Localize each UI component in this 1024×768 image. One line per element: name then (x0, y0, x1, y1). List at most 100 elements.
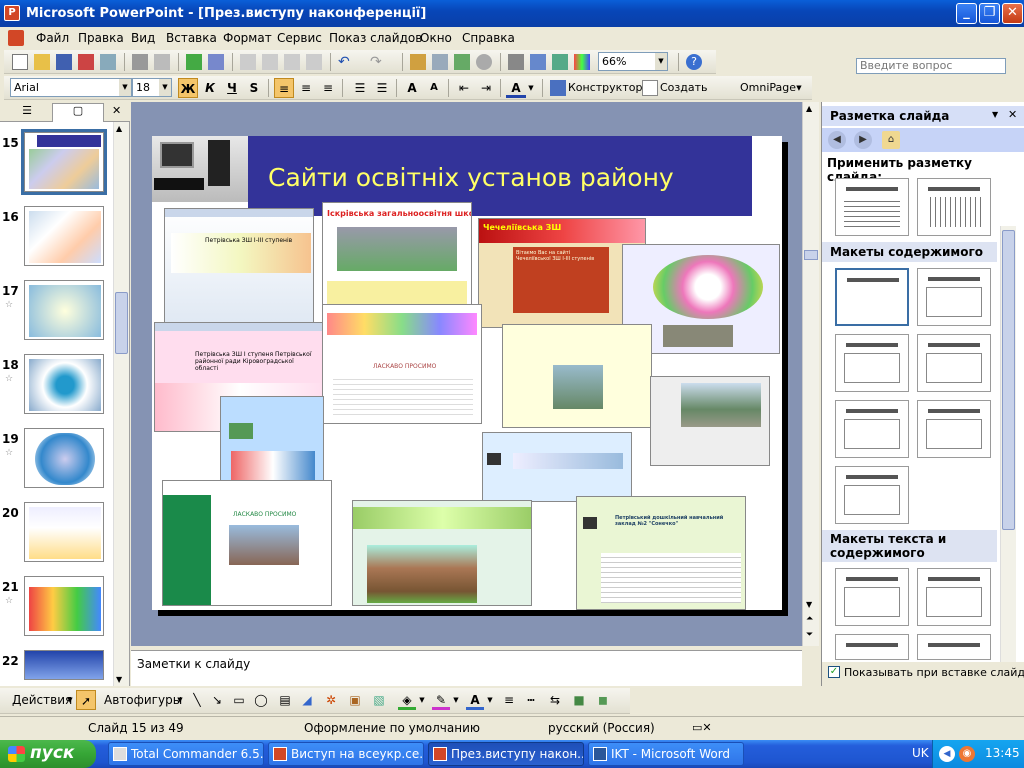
layout-content-grid[interactable] (835, 466, 909, 524)
menu-edit[interactable]: Правка (78, 31, 124, 45)
tray-chevron-icon[interactable]: ◀ (939, 746, 955, 762)
omnipage-menu[interactable]: OmniPage (740, 78, 798, 98)
layout-title-text[interactable] (835, 178, 909, 236)
font-select[interactable]: Arial ▼ (10, 78, 132, 97)
menu-service[interactable]: Сервис (277, 31, 322, 45)
increase-font-icon[interactable]: A (402, 78, 422, 98)
next-slide-icon[interactable]: ⏷ (806, 630, 813, 640)
close-icon[interactable]: ✕ (1008, 108, 1017, 121)
actions-menu[interactable]: Действия (12, 690, 72, 710)
current-slide[interactable]: Сайти освітніх установ району Петрівська… (152, 136, 782, 610)
slide-scrollbar[interactable]: ▲ ▼ ⏶ ⏷ (802, 102, 819, 646)
paste-icon[interactable] (284, 54, 300, 70)
line-icon[interactable]: ╲ (188, 690, 206, 710)
open-icon[interactable] (34, 54, 50, 70)
menu-slideshow[interactable]: Показ слайдов (329, 31, 422, 45)
scroll-down-icon[interactable]: ▼ (116, 675, 122, 684)
layout-text-content[interactable] (835, 568, 909, 626)
slide-thumbnail-22[interactable] (24, 650, 104, 680)
slide-thumbnail-15[interactable] (21, 129, 107, 195)
decrease-font-icon[interactable]: A (424, 78, 444, 98)
line-style-icon[interactable]: ≡ (500, 690, 518, 710)
font-color-icon[interactable]: A (506, 78, 526, 98)
taskbar-item-total-commander[interactable]: Total Commander 6.5... (108, 742, 264, 766)
arrow-style-icon[interactable]: ⇆ (546, 690, 564, 710)
research-icon[interactable] (208, 54, 224, 70)
arrow-icon[interactable]: ↘ (208, 690, 226, 710)
3d-style-icon[interactable]: ◼ (594, 690, 612, 710)
notes-pane[interactable]: Заметки к слайду (131, 650, 802, 686)
chevron-down-icon[interactable]: ▼ (176, 690, 184, 710)
hyperlink-icon[interactable] (476, 54, 492, 70)
numbering-icon[interactable]: ☰ (350, 78, 370, 98)
start-button[interactable]: пуск (0, 740, 96, 768)
layout-title-content-2[interactable] (835, 334, 909, 392)
table-icon[interactable] (432, 54, 448, 70)
align-center-icon[interactable]: ≡ (296, 78, 316, 98)
bullets-icon[interactable]: ☰ (372, 78, 392, 98)
slide-thumbnail-21[interactable] (24, 576, 104, 636)
menu-window[interactable]: Окно (420, 31, 452, 45)
chevron-down-icon[interactable]: ▼ (418, 690, 426, 710)
slides-scrollbar[interactable]: ▲ ▼ (113, 122, 129, 686)
undo-icon[interactable]: ↶ (338, 54, 354, 70)
format-painter-icon[interactable] (306, 54, 322, 70)
layout-title-content[interactable] (917, 268, 991, 326)
print-preview-icon[interactable] (154, 54, 170, 70)
shadow-style-icon[interactable]: ■ (570, 690, 588, 710)
chart-icon[interactable] (410, 54, 426, 70)
menu-file[interactable]: Файл (36, 31, 69, 45)
slide-title[interactable]: Сайти освітніх установ району (268, 163, 674, 192)
help-search-input[interactable]: Введите вопрос (856, 58, 1006, 74)
textbox-icon[interactable]: ▤ (276, 690, 294, 710)
email-icon[interactable] (100, 54, 116, 70)
new-slide-button[interactable]: Создать слайд (660, 78, 740, 114)
slide-thumbnail-19[interactable] (24, 428, 104, 488)
minimize-button[interactable]: _ (956, 3, 977, 24)
redo-icon[interactable]: ↷ (370, 54, 386, 70)
diagram-icon[interactable]: ✲ (322, 690, 340, 710)
powerpoint-icon[interactable]: P (4, 5, 20, 21)
italic-button[interactable]: К (200, 78, 220, 98)
antivirus-icon[interactable]: ◉ (959, 746, 975, 762)
chevron-down-icon[interactable]: ▼ (526, 78, 536, 98)
increase-indent-icon[interactable]: ⇥ (476, 78, 496, 98)
scroll-thumb[interactable] (115, 292, 128, 354)
slides-tab-icon[interactable]: ▢ (52, 103, 104, 122)
color-grayscale-icon[interactable] (574, 54, 590, 70)
task-pane-scrollbar[interactable] (1000, 226, 1016, 666)
font-color-icon[interactable]: A (466, 690, 484, 710)
forward-icon[interactable]: ▶ (854, 131, 872, 149)
document-icon[interactable] (8, 30, 24, 46)
grid-icon[interactable] (552, 54, 568, 70)
scroll-up-icon[interactable]: ▲ (116, 124, 122, 133)
maximize-button[interactable]: ❐ (979, 3, 1000, 24)
slide-thumbnail-17[interactable] (24, 280, 104, 340)
taskbar-item-presentation-1[interactable]: Виступ на всеукр.се... (268, 742, 424, 766)
tables-borders-icon[interactable] (454, 54, 470, 70)
previous-slide-icon[interactable]: ⏶ (806, 614, 813, 624)
clock[interactable]: 13:45 (985, 746, 1020, 760)
font-size-select[interactable]: 18 ▼ (132, 78, 172, 97)
layout-blank[interactable] (835, 268, 909, 326)
notes-placeholder[interactable]: Заметки к слайду (137, 657, 250, 671)
dash-style-icon[interactable]: ┅ (522, 690, 540, 710)
show-formatting-icon[interactable] (530, 54, 546, 70)
line-color-icon[interactable]: ✎ (432, 690, 450, 710)
chevron-down-icon[interactable]: ▼ (66, 690, 74, 710)
copy-icon[interactable] (262, 54, 278, 70)
shadow-button[interactable]: S (244, 78, 264, 98)
layout-text-content-2[interactable] (835, 634, 909, 660)
chevron-down-icon[interactable]: ▼ (452, 690, 460, 710)
layout-content-mix[interactable] (917, 400, 991, 458)
spelling-icon[interactable] (186, 54, 202, 70)
cut-icon[interactable] (240, 54, 256, 70)
menu-view[interactable]: Вид (131, 31, 155, 45)
permission-icon[interactable] (78, 54, 94, 70)
taskbar-item-presentation-2[interactable]: През.виступу након... (428, 742, 584, 766)
print-icon[interactable] (132, 54, 148, 70)
keyboard-language[interactable]: UK (912, 746, 929, 760)
slide-thumbnail-18[interactable] (24, 354, 104, 414)
expand-icon[interactable] (508, 54, 524, 70)
clipart-icon[interactable]: ▣ (346, 690, 364, 710)
